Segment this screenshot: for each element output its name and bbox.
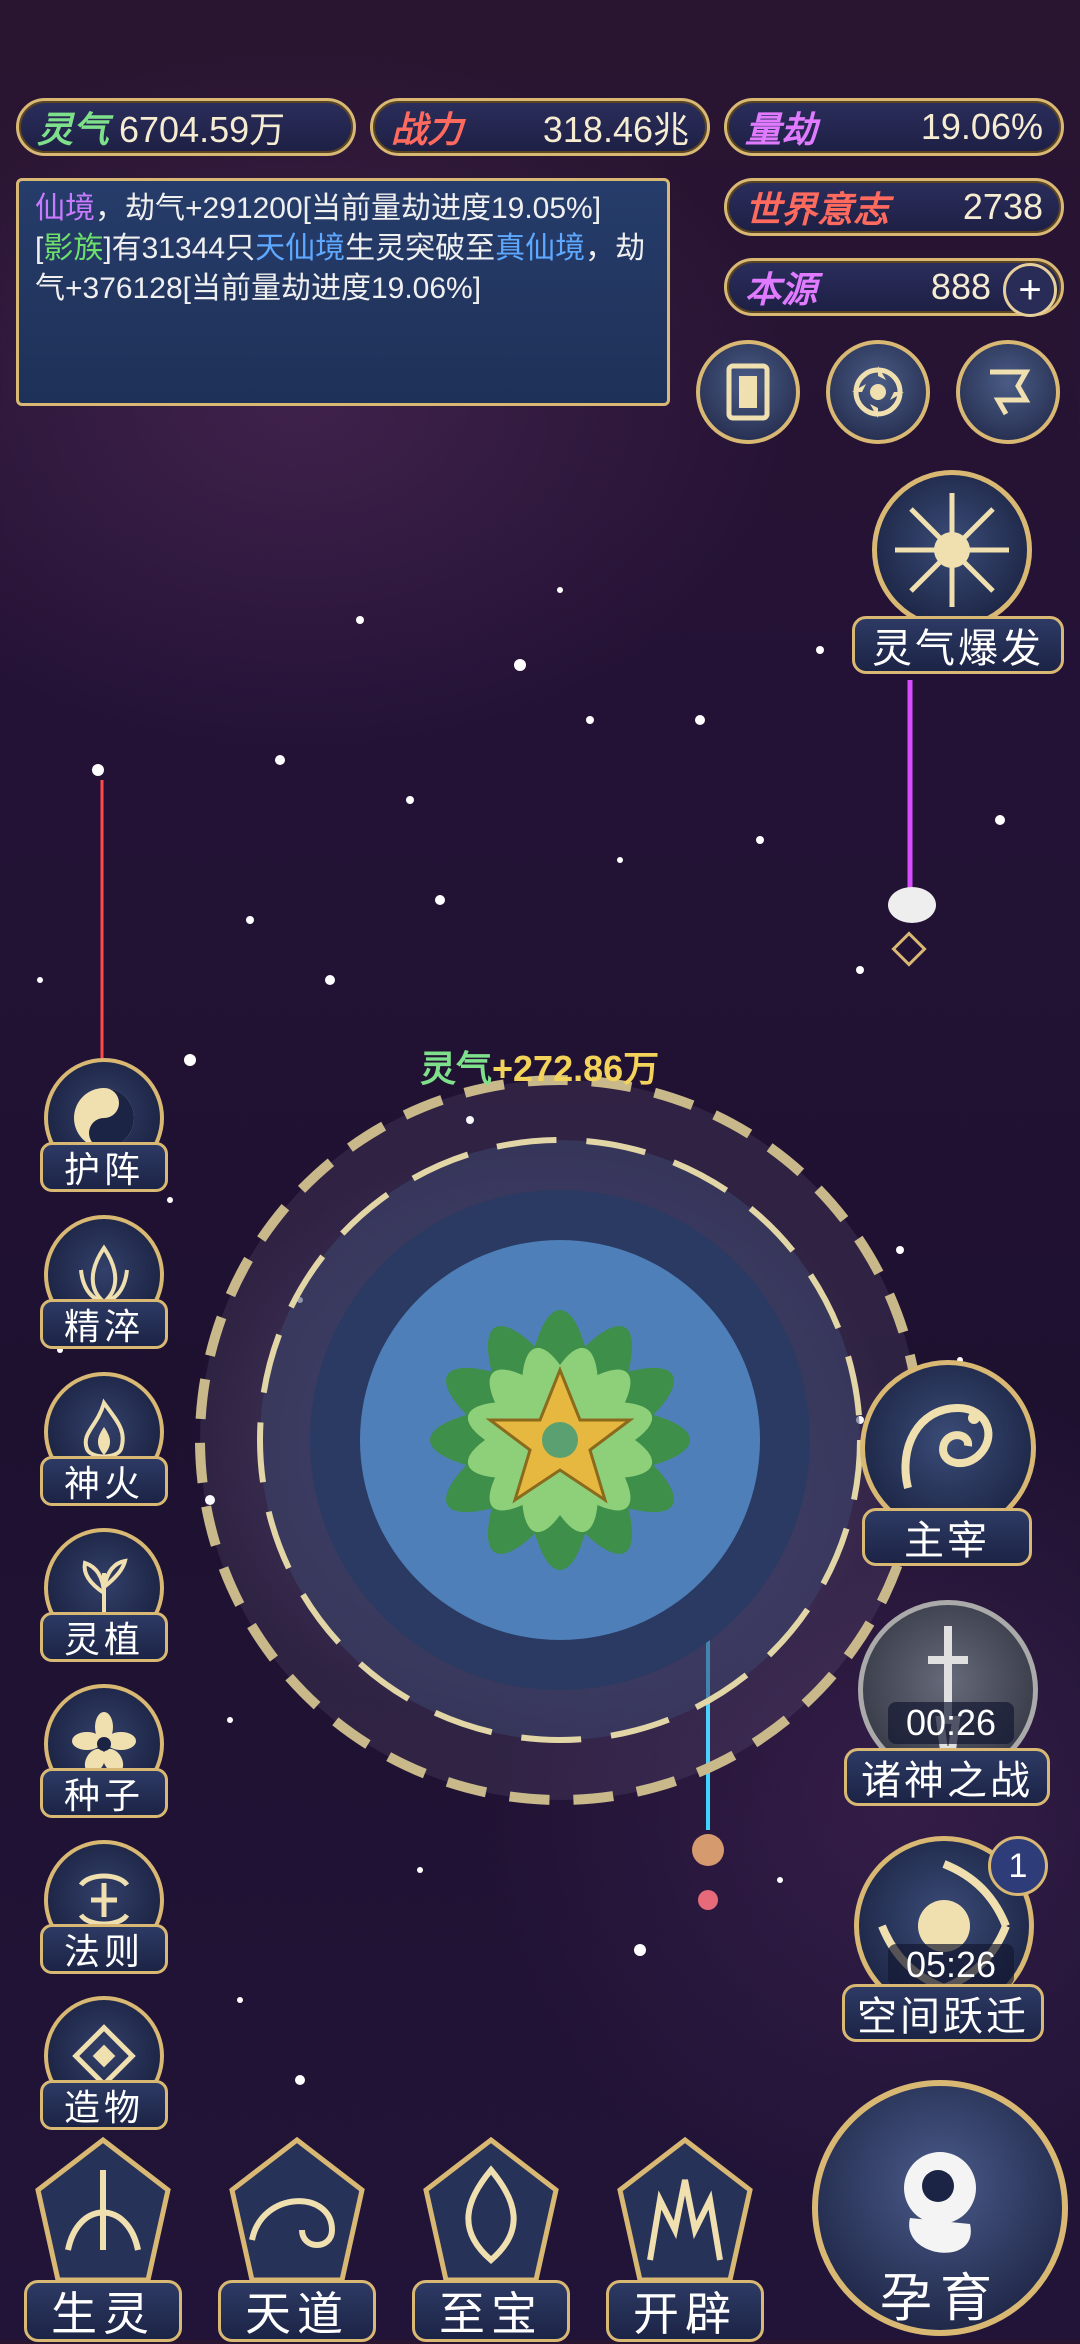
space-jump-timer: 05:26	[888, 1944, 1014, 1986]
wave-icon	[229, 2136, 365, 2283]
add-benyuan-button[interactable]: +	[1003, 263, 1057, 317]
master-label: 主宰	[862, 1508, 1032, 1566]
menu-label: 至宝	[412, 2280, 570, 2342]
event-log: 仙境，劫气+291200[当前量劫进度19.05%] [影族]有31344只天仙…	[16, 178, 670, 406]
burst-label: 灵气爆发	[852, 616, 1064, 674]
phoenix-icon	[35, 2136, 171, 2283]
gain-label: 灵气	[420, 1048, 493, 1089]
log-race: 影族	[43, 232, 104, 265]
zhanli-label: 战力	[391, 109, 464, 150]
menu-zhibao[interactable]: 至宝	[406, 2130, 576, 2342]
zhanli-stat[interactable]: 战力 318.46兆	[370, 98, 710, 156]
space-jump-button[interactable]: 1 05:26 空间跃迁	[836, 1836, 1050, 2056]
skill-label: 护阵	[40, 1142, 168, 1192]
gods-war-timer: 00:26	[888, 1702, 1014, 1744]
log-text: ，劫气+291200[当前量劫进度19.05%]	[95, 192, 602, 225]
vortex-icon	[852, 366, 904, 418]
skill-shenhuo[interactable]: 神火	[34, 1372, 174, 1522]
starburst-icon	[895, 493, 1009, 607]
space-jump-badge: 1	[988, 1836, 1048, 1896]
skill-label: 法则	[40, 1924, 168, 1974]
menu-tiandao[interactable]: 天道	[212, 2130, 382, 2342]
skill-zhongzi[interactable]: 种子	[34, 1684, 174, 1834]
menu-label: 天道	[218, 2280, 376, 2342]
vortex-button[interactable]	[826, 340, 930, 444]
lingqi-value: 6704.59万	[119, 109, 286, 150]
benyuan-stat[interactable]: 本源 888 +	[724, 258, 1064, 317]
card-icon	[726, 363, 770, 421]
breed-button[interactable]: 孕育	[812, 2080, 1068, 2336]
flag-button[interactable]	[956, 340, 1060, 444]
menu-kaipi[interactable]: 开辟	[600, 2130, 770, 2342]
zhanli-value: 318.46兆	[542, 109, 689, 150]
skill-faze[interactable]: 法则	[34, 1840, 174, 1990]
liangjie-value: 19.06%	[920, 106, 1043, 147]
menu-label: 生灵	[24, 2280, 182, 2342]
skill-label: 神火	[40, 1456, 168, 1506]
gods-war-button[interactable]: 00:26 诸神之战	[844, 1600, 1050, 1820]
log-text: 生灵突破至	[345, 232, 496, 265]
skill-label: 种子	[40, 1768, 168, 1818]
skill-huzhen[interactable]: 护阵	[34, 1058, 174, 1208]
skill-zaowu[interactable]: 造物	[34, 1996, 174, 2146]
liangjie-label: 量劫	[745, 109, 818, 150]
shijie-stat[interactable]: 世界意志 2738	[724, 178, 1064, 236]
log-realm: 真仙境	[495, 232, 586, 265]
treasure-icon	[423, 2136, 559, 2283]
lingqi-label: 灵气	[37, 109, 110, 150]
flame-crown-icon	[617, 2136, 753, 2283]
shijie-label: 世界意志	[745, 189, 890, 230]
burst-emblem	[872, 470, 1032, 630]
log-realm: 仙境	[35, 192, 95, 225]
shijie-value: 2738	[962, 186, 1043, 227]
benyuan-label: 本源	[745, 269, 818, 310]
log-realm: 天仙境	[255, 232, 346, 265]
menu-shengling[interactable]: 生灵	[18, 2130, 188, 2342]
dragon-icon	[901, 1403, 993, 1489]
gods-war-label: 诸神之战	[844, 1748, 1050, 1806]
master-button[interactable]: 主宰	[848, 1360, 1048, 1580]
space-jump-label: 空间跃迁	[842, 1984, 1044, 2042]
lingqi-stat[interactable]: 灵气 6704.59万	[16, 98, 356, 156]
gain-value: +272.86万	[492, 1048, 660, 1089]
breed-label: 孕育	[879, 2270, 1000, 2328]
liangjie-stat[interactable]: 量劫 19.06%	[724, 98, 1064, 156]
skill-jingcui[interactable]: 精淬	[34, 1215, 174, 1365]
card-button[interactable]	[696, 340, 800, 444]
log-text: ]有31344只	[103, 232, 256, 265]
skill-label: 灵植	[40, 1612, 168, 1662]
skill-lingzhi[interactable]: 灵植	[34, 1528, 174, 1678]
skill-label: 造物	[40, 2080, 168, 2130]
log-line-2: [影族]有31344只天仙境生灵突破至真仙境，劫气+376128[当前量劫进度1…	[35, 229, 651, 309]
benyuan-value: 888	[930, 266, 991, 307]
lingqi-burst-button[interactable]: 灵气爆发	[852, 470, 1064, 690]
flag-icon	[990, 369, 1031, 416]
lingqi-gain: 灵气+272.86万	[420, 1040, 659, 1092]
menu-label: 开辟	[606, 2280, 764, 2342]
skill-label: 精淬	[40, 1299, 168, 1349]
log-line-1: 仙境，劫气+291200[当前量劫进度19.05%]	[35, 189, 651, 229]
